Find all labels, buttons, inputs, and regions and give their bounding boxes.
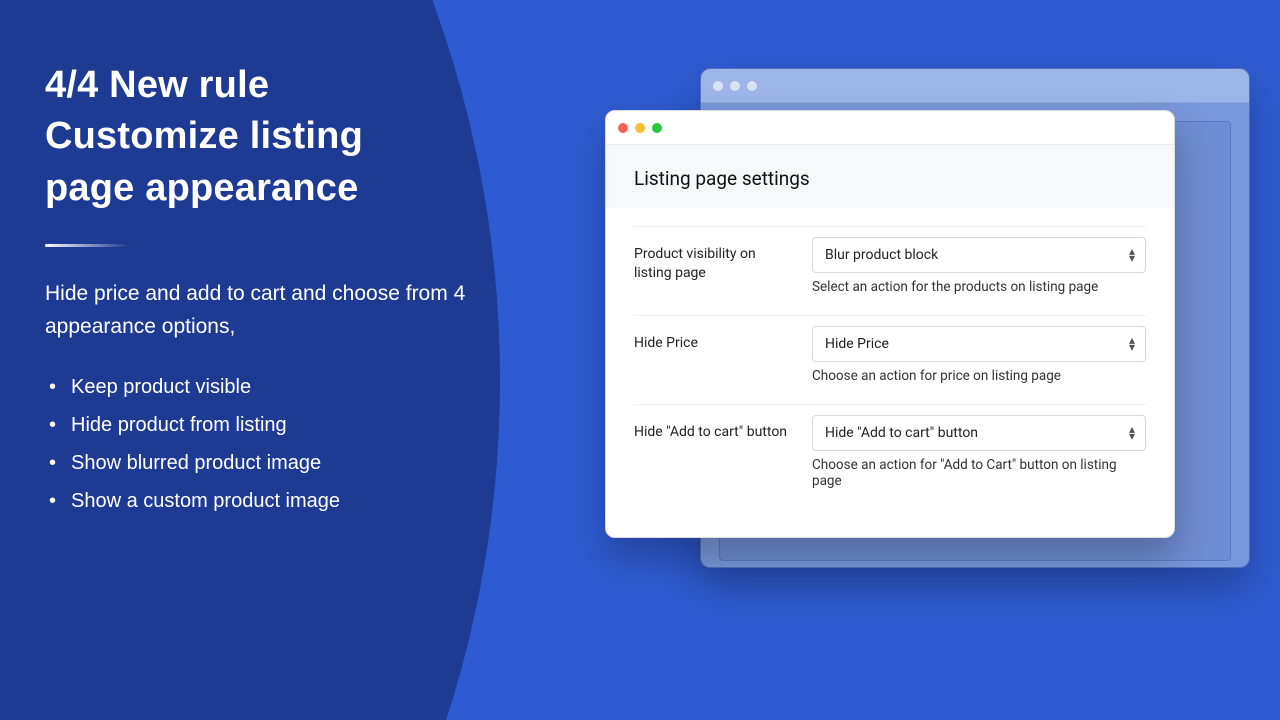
setting-control: Hide Price ▴▾ Choose an action for price…: [812, 326, 1146, 384]
traffic-lights: [618, 123, 662, 133]
hide-price-select[interactable]: Hide Price ▴▾: [812, 326, 1146, 362]
headline-line-1: 4/4 New rule: [45, 64, 269, 106]
zoom-dot-icon[interactable]: [652, 123, 662, 133]
bullet-item: Show blurred product image: [45, 444, 545, 482]
headline-line-2: Customize listing: [45, 115, 363, 157]
setting-helper: Select an action for the products on lis…: [812, 279, 1146, 295]
hide-add-to-cart-select[interactable]: Hide "Add to cart" button ▴▾: [812, 415, 1146, 451]
bullet-list: Keep product visible Hide product from l…: [45, 368, 545, 520]
setting-control: Hide "Add to cart" button ▴▾ Choose an a…: [812, 415, 1146, 489]
setting-row-product-visibility: Product visibility on listing page Blur …: [634, 226, 1146, 315]
select-value: Hide Price: [825, 336, 889, 352]
section-title: Listing page settings: [606, 145, 1174, 208]
window-front: Listing page settings Product visibility…: [605, 110, 1175, 538]
close-dot-icon[interactable]: [618, 123, 628, 133]
divider: [45, 244, 129, 247]
promo-slide: 4/4 New rule Customize listing page appe…: [0, 0, 1280, 720]
bullet-item: Hide product from listing: [45, 406, 545, 444]
setting-helper: Choose an action for "Add to Cart" butto…: [812, 457, 1146, 489]
settings-panel: Listing page settings Product visibility…: [606, 145, 1174, 537]
titlebar: [606, 111, 1174, 145]
setting-control: Blur product block ▴▾ Select an action f…: [812, 237, 1146, 295]
setting-label: Hide Price: [634, 326, 794, 353]
headline-line-3: page appearance: [45, 167, 358, 209]
subheadline: Hide price and add to cart and choose fr…: [45, 277, 545, 344]
bullet-item: Show a custom product image: [45, 482, 545, 520]
setting-label: Product visibility on listing page: [634, 237, 794, 283]
setting-label: Hide "Add to cart" button: [634, 415, 794, 442]
select-value: Blur product block: [825, 247, 938, 263]
minimize-dot-icon[interactable]: [635, 123, 645, 133]
caret-updown-icon: ▴▾: [1129, 248, 1135, 262]
left-copy: 4/4 New rule Customize listing page appe…: [45, 60, 545, 520]
setting-row-hide-price: Hide Price Hide Price ▴▾ Choose an actio…: [634, 315, 1146, 404]
dot-icon: [747, 81, 757, 91]
traffic-lights: [713, 81, 757, 91]
product-visibility-select[interactable]: Blur product block ▴▾: [812, 237, 1146, 273]
setting-row-hide-add-to-cart: Hide "Add to cart" button Hide "Add to c…: [634, 404, 1146, 509]
headline: 4/4 New rule Customize listing page appe…: [45, 60, 545, 214]
dot-icon: [713, 81, 723, 91]
caret-updown-icon: ▴▾: [1129, 426, 1135, 440]
select-value: Hide "Add to cart" button: [825, 425, 978, 441]
titlebar: [701, 69, 1249, 103]
dot-icon: [730, 81, 740, 91]
setting-helper: Choose an action for price on listing pa…: [812, 368, 1146, 384]
bullet-item: Keep product visible: [45, 368, 545, 406]
caret-updown-icon: ▴▾: [1129, 337, 1135, 351]
